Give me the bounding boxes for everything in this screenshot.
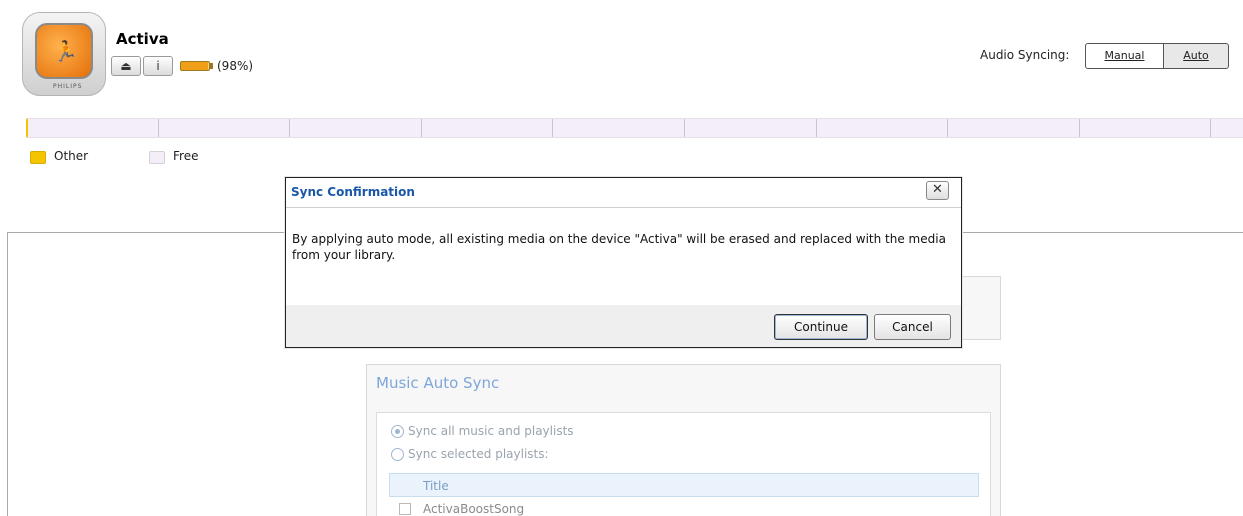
battery-nub (210, 63, 213, 69)
device-name: Activa (116, 30, 169, 48)
capacity-tick (1210, 119, 1211, 137)
legend-other-label: Other (54, 149, 89, 163)
legend-free-swatch (149, 151, 165, 164)
playlist-checkbox[interactable] (399, 503, 411, 515)
device-thumbnail: 🏃 PHILIPS (22, 12, 106, 96)
capacity-tick (421, 119, 422, 137)
sync-all-label: Sync all music and playlists (408, 424, 574, 438)
info-button[interactable]: i (143, 56, 173, 76)
capacity-tick (289, 119, 290, 137)
dialog-title: Sync Confirmation (291, 185, 415, 199)
legend-free-label: Free (173, 149, 199, 163)
column-title: Title (423, 479, 449, 493)
music-auto-sync-title: Music Auto Sync (376, 374, 500, 392)
eject-button[interactable]: ⏏ (111, 56, 141, 76)
sync-all-radio[interactable] (391, 425, 404, 438)
capacity-tick (158, 119, 159, 137)
dialog-message: By applying auto mode, all existing medi… (292, 232, 946, 262)
capacity-tick (684, 119, 685, 137)
close-icon: ✕ (932, 182, 943, 197)
sync-selected-radio[interactable] (391, 448, 404, 461)
audio-syncing-label: Audio Syncing: (980, 48, 1070, 62)
continue-button[interactable]: Continue (774, 314, 868, 340)
capacity-tick (1079, 119, 1080, 137)
device-screen: 🏃 (35, 23, 93, 79)
playlist-table-header[interactable]: Title (389, 473, 979, 497)
battery-icon (180, 61, 210, 71)
battery-percent: (98%) (217, 59, 254, 73)
runner-icon: 🏃 (53, 39, 78, 63)
capacity-tick (947, 119, 948, 137)
legend-other-swatch (30, 151, 46, 164)
close-button[interactable]: ✕ (926, 181, 949, 200)
capacity-bar (26, 118, 1243, 138)
playlist-row-title: ActivaBoostSong (423, 502, 525, 516)
capacity-tick (816, 119, 817, 137)
sync-selected-label: Sync selected playlists: (408, 447, 549, 461)
info-label: i (156, 59, 160, 73)
auto-sync-button[interactable]: Auto (1163, 43, 1229, 69)
manual-sync-button[interactable]: Manual (1085, 43, 1164, 69)
eject-icon: ⏏ (120, 59, 132, 73)
capacity-tick (552, 119, 553, 137)
capacity-other-fill (26, 119, 28, 137)
device-brand: PHILIPS (53, 83, 83, 90)
dialog-divider (286, 207, 961, 208)
cancel-button[interactable]: Cancel (874, 314, 951, 340)
